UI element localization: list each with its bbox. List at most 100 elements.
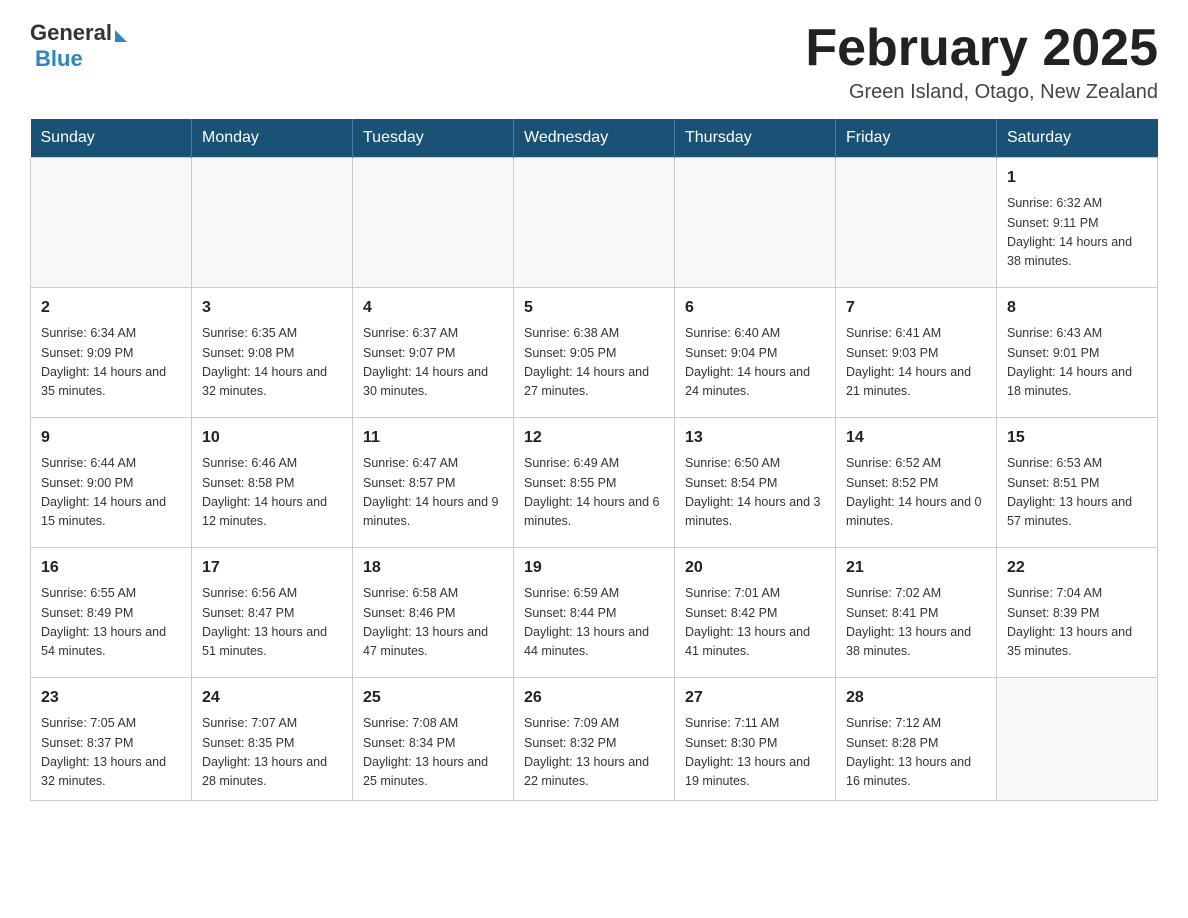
calendar-cell: 27 Sunrise: 7:11 AM Sunset: 8:30 PM Dayli…: [675, 678, 836, 801]
calendar-header-monday: Monday: [192, 119, 353, 158]
day-info: Sunrise: 7:05 AM Sunset: 8:37 PM Dayligh…: [41, 714, 181, 792]
day-info: Sunrise: 6:44 AM Sunset: 9:00 PM Dayligh…: [41, 454, 181, 532]
day-number: 21: [846, 556, 986, 580]
calendar-header-row: SundayMondayTuesdayWednesdayThursdayFrid…: [31, 119, 1158, 158]
calendar-cell: 18 Sunrise: 6:58 AM Sunset: 8:46 PM Dayli…: [353, 548, 514, 678]
day-number: 28: [846, 686, 986, 710]
calendar-cell: 23 Sunrise: 7:05 AM Sunset: 8:37 PM Dayli…: [31, 678, 192, 801]
day-info: Sunrise: 7:01 AM Sunset: 8:42 PM Dayligh…: [685, 584, 825, 662]
day-number: 14: [846, 426, 986, 450]
calendar-cell: 12 Sunrise: 6:49 AM Sunset: 8:55 PM Dayli…: [514, 418, 675, 548]
calendar-cell: 8 Sunrise: 6:43 AM Sunset: 9:01 PM Daylig…: [997, 288, 1158, 418]
day-number: 13: [685, 426, 825, 450]
calendar-cell: 28Sunrise: 7:12 AM Sunset: 8:28 PM Dayli…: [836, 678, 997, 801]
day-number: 7: [846, 296, 986, 320]
calendar-cell: 1 Sunrise: 6:32 AM Sunset: 9:11 PM Daylig…: [997, 158, 1158, 288]
month-title: February 2025: [805, 20, 1158, 77]
day-info: Sunrise: 6:37 AM Sunset: 9:07 PM Dayligh…: [363, 324, 503, 402]
calendar-cell: 9 Sunrise: 6:44 AM Sunset: 9:00 PM Daylig…: [31, 418, 192, 548]
calendar-week-row: 2 Sunrise: 6:34 AM Sunset: 9:09 PM Daylig…: [31, 288, 1158, 418]
day-info: Sunrise: 7:07 AM Sunset: 8:35 PM Dayligh…: [202, 714, 342, 792]
day-info: Sunrise: 6:32 AM Sunset: 9:11 PM Dayligh…: [1007, 194, 1147, 272]
day-info: Sunrise: 7:11 AM Sunset: 8:30 PM Dayligh…: [685, 714, 825, 792]
calendar-header-saturday: Saturday: [997, 119, 1158, 158]
calendar-cell: 7 Sunrise: 6:41 AM Sunset: 9:03 PM Daylig…: [836, 288, 997, 418]
day-info: Sunrise: 6:50 AM Sunset: 8:54 PM Dayligh…: [685, 454, 825, 532]
day-number: 1: [1007, 166, 1147, 190]
day-info: Sunrise: 6:46 AM Sunset: 8:58 PM Dayligh…: [202, 454, 342, 532]
calendar-cell: 11Sunrise: 6:47 AM Sunset: 8:57 PM Dayli…: [353, 418, 514, 548]
day-number: 9: [41, 426, 181, 450]
day-number: 22: [1007, 556, 1147, 580]
calendar-cell: 19Sunrise: 6:59 AM Sunset: 8:44 PM Dayli…: [514, 548, 675, 678]
day-number: 23: [41, 686, 181, 710]
day-number: 24: [202, 686, 342, 710]
calendar-cell: 10 Sunrise: 6:46 AM Sunset: 8:58 PM Dayli…: [192, 418, 353, 548]
calendar-cell: 25 Sunrise: 7:08 AM Sunset: 8:34 PM Dayli…: [353, 678, 514, 801]
logo-blue-text: Blue: [35, 46, 83, 72]
day-info: Sunrise: 6:43 AM Sunset: 9:01 PM Dayligh…: [1007, 324, 1147, 402]
logo: General Blue: [30, 20, 127, 72]
day-info: Sunrise: 6:35 AM Sunset: 9:08 PM Dayligh…: [202, 324, 342, 402]
calendar-cell: 22 Sunrise: 7:04 AM Sunset: 8:39 PM Dayli…: [997, 548, 1158, 678]
calendar-cell: [675, 158, 836, 288]
logo-general-text: General: [30, 20, 112, 46]
calendar-cell: [514, 158, 675, 288]
calendar-cell: 14Sunrise: 6:52 AM Sunset: 8:52 PM Dayli…: [836, 418, 997, 548]
day-info: Sunrise: 6:53 AM Sunset: 8:51 PM Dayligh…: [1007, 454, 1147, 532]
day-info: Sunrise: 6:58 AM Sunset: 8:46 PM Dayligh…: [363, 584, 503, 662]
day-info: Sunrise: 7:08 AM Sunset: 8:34 PM Dayligh…: [363, 714, 503, 792]
calendar-header-thursday: Thursday: [675, 119, 836, 158]
day-info: Sunrise: 6:34 AM Sunset: 9:09 PM Dayligh…: [41, 324, 181, 402]
day-number: 8: [1007, 296, 1147, 320]
calendar-cell: 16 Sunrise: 6:55 AM Sunset: 8:49 PM Dayli…: [31, 548, 192, 678]
day-info: Sunrise: 7:02 AM Sunset: 8:41 PM Dayligh…: [846, 584, 986, 662]
calendar-cell: [836, 158, 997, 288]
calendar-cell: [353, 158, 514, 288]
day-number: 2: [41, 296, 181, 320]
calendar-cell: 4 Sunrise: 6:37 AM Sunset: 9:07 PM Daylig…: [353, 288, 514, 418]
day-number: 6: [685, 296, 825, 320]
calendar-cell: 21 Sunrise: 7:02 AM Sunset: 8:41 PM Dayli…: [836, 548, 997, 678]
day-info: Sunrise: 6:55 AM Sunset: 8:49 PM Dayligh…: [41, 584, 181, 662]
day-info: Sunrise: 6:49 AM Sunset: 8:55 PM Dayligh…: [524, 454, 664, 532]
day-number: 4: [363, 296, 503, 320]
calendar-header-tuesday: Tuesday: [353, 119, 514, 158]
calendar-week-row: 16 Sunrise: 6:55 AM Sunset: 8:49 PM Dayli…: [31, 548, 1158, 678]
calendar-cell: 2 Sunrise: 6:34 AM Sunset: 9:09 PM Daylig…: [31, 288, 192, 418]
day-number: 10: [202, 426, 342, 450]
calendar-cell: 20 Sunrise: 7:01 AM Sunset: 8:42 PM Dayli…: [675, 548, 836, 678]
calendar-cell: 24 Sunrise: 7:07 AM Sunset: 8:35 PM Dayli…: [192, 678, 353, 801]
day-number: 12: [524, 426, 664, 450]
calendar-cell: 17Sunrise: 6:56 AM Sunset: 8:47 PM Dayli…: [192, 548, 353, 678]
day-info: Sunrise: 6:47 AM Sunset: 8:57 PM Dayligh…: [363, 454, 503, 532]
calendar-cell: 6 Sunrise: 6:40 AM Sunset: 9:04 PM Daylig…: [675, 288, 836, 418]
calendar-cell: [192, 158, 353, 288]
day-info: Sunrise: 7:04 AM Sunset: 8:39 PM Dayligh…: [1007, 584, 1147, 662]
day-info: Sunrise: 6:41 AM Sunset: 9:03 PM Dayligh…: [846, 324, 986, 402]
calendar-week-row: 1 Sunrise: 6:32 AM Sunset: 9:11 PM Daylig…: [31, 158, 1158, 288]
day-info: Sunrise: 6:40 AM Sunset: 9:04 PM Dayligh…: [685, 324, 825, 402]
day-number: 26: [524, 686, 664, 710]
day-info: Sunrise: 7:09 AM Sunset: 8:32 PM Dayligh…: [524, 714, 664, 792]
calendar-cell: 26 Sunrise: 7:09 AM Sunset: 8:32 PM Dayli…: [514, 678, 675, 801]
day-number: 18: [363, 556, 503, 580]
day-number: 25: [363, 686, 503, 710]
day-number: 19: [524, 556, 664, 580]
calendar-cell: 13 Sunrise: 6:50 AM Sunset: 8:54 PM Dayli…: [675, 418, 836, 548]
title-section: February 2025 Green Island, Otago, New Z…: [805, 20, 1158, 104]
day-info: Sunrise: 6:38 AM Sunset: 9:05 PM Dayligh…: [524, 324, 664, 402]
day-number: 15: [1007, 426, 1147, 450]
calendar-table: SundayMondayTuesdayWednesdayThursdayFrid…: [30, 119, 1158, 801]
day-number: 20: [685, 556, 825, 580]
day-number: 3: [202, 296, 342, 320]
day-number: 5: [524, 296, 664, 320]
calendar-cell: 5 Sunrise: 6:38 AM Sunset: 9:05 PM Daylig…: [514, 288, 675, 418]
calendar-header-friday: Friday: [836, 119, 997, 158]
calendar-cell: 15 Sunrise: 6:53 AM Sunset: 8:51 PM Dayli…: [997, 418, 1158, 548]
day-number: 16: [41, 556, 181, 580]
location-text: Green Island, Otago, New Zealand: [805, 81, 1158, 104]
calendar-week-row: 9 Sunrise: 6:44 AM Sunset: 9:00 PM Daylig…: [31, 418, 1158, 548]
calendar-header-wednesday: Wednesday: [514, 119, 675, 158]
day-number: 27: [685, 686, 825, 710]
